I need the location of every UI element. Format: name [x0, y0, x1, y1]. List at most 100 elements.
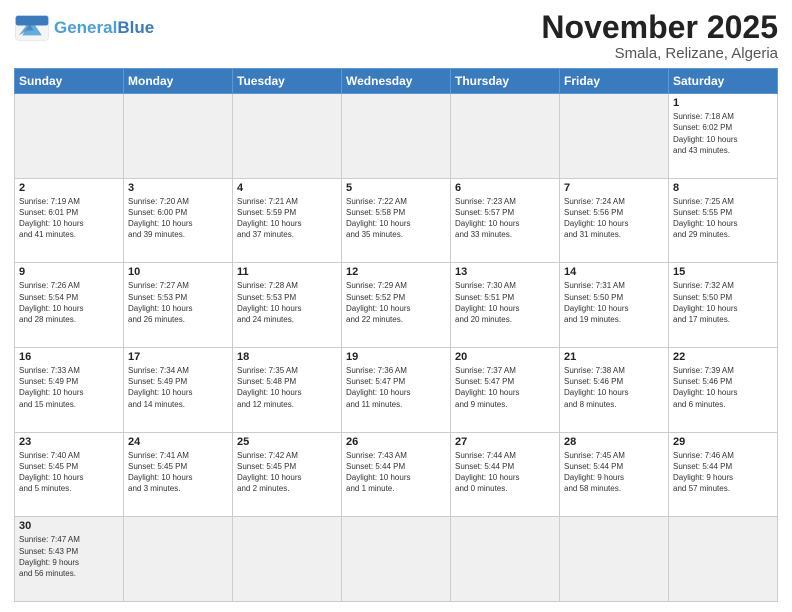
day-number: 10 [128, 266, 228, 278]
calendar-day-cell: 20 Sunrise: 7:37 AMSunset: 5:47 PMDayligh… [451, 348, 560, 433]
calendar-week-row: 30 Sunrise: 7:47 AMSunset: 5:43 PMDayligh… [15, 517, 778, 602]
day-info: Sunrise: 7:18 AMSunset: 6:02 PMDaylight:… [673, 111, 773, 156]
col-saturday: Saturday [669, 69, 778, 94]
day-info: Sunrise: 7:41 AMSunset: 5:45 PMDaylight:… [128, 450, 228, 495]
col-friday: Friday [560, 69, 669, 94]
day-info: Sunrise: 7:26 AMSunset: 5:54 PMDaylight:… [19, 280, 119, 325]
day-number: 3 [128, 182, 228, 194]
day-info: Sunrise: 7:37 AMSunset: 5:47 PMDaylight:… [455, 365, 555, 410]
day-number: 24 [128, 436, 228, 448]
day-number: 22 [673, 351, 773, 363]
calendar-day-cell [124, 94, 233, 179]
day-info: Sunrise: 7:32 AMSunset: 5:50 PMDaylight:… [673, 280, 773, 325]
calendar-day-cell: 24 Sunrise: 7:41 AMSunset: 5:45 PMDayligh… [124, 432, 233, 517]
calendar-day-cell: 10Sunrise: 7:27 AMSunset: 5:53 PMDayligh… [124, 263, 233, 348]
calendar-day-cell [233, 517, 342, 602]
calendar-week-row: 1 Sunrise: 7:18 AMSunset: 6:02 PMDaylight… [15, 94, 778, 179]
calendar-day-cell: 18Sunrise: 7:35 AMSunset: 5:48 PMDayligh… [233, 348, 342, 433]
calendar-day-cell [560, 517, 669, 602]
day-info: Sunrise: 7:44 AMSunset: 5:44 PMDaylight:… [455, 450, 555, 495]
day-number: 21 [564, 351, 664, 363]
calendar-day-cell [451, 94, 560, 179]
day-number: 5 [346, 182, 446, 194]
day-info: Sunrise: 7:47 AMSunset: 5:43 PMDaylight:… [19, 534, 119, 579]
calendar-week-row: 9 Sunrise: 7:26 AMSunset: 5:54 PMDaylight… [15, 263, 778, 348]
col-sunday: Sunday [15, 69, 124, 94]
col-monday: Monday [124, 69, 233, 94]
calendar-day-cell [669, 517, 778, 602]
calendar-day-cell [560, 94, 669, 179]
calendar-day-cell: 12Sunrise: 7:29 AMSunset: 5:52 PMDayligh… [342, 263, 451, 348]
calendar-day-cell: 2 Sunrise: 7:19 AMSunset: 6:01 PMDaylight… [15, 178, 124, 263]
calendar-day-cell [342, 94, 451, 179]
day-info: Sunrise: 7:25 AMSunset: 5:55 PMDaylight:… [673, 196, 773, 241]
calendar-day-cell: 14 Sunrise: 7:31 AMSunset: 5:50 PMDayligh… [560, 263, 669, 348]
calendar-day-cell: 28 Sunrise: 7:45 AMSunset: 5:44 PMDayligh… [560, 432, 669, 517]
day-info: Sunrise: 7:39 AMSunset: 5:46 PMDaylight:… [673, 365, 773, 410]
col-tuesday: Tuesday [233, 69, 342, 94]
day-info: Sunrise: 7:28 AMSunset: 5:53 PMDaylight:… [237, 280, 337, 325]
calendar-day-cell: 15 Sunrise: 7:32 AMSunset: 5:50 PMDayligh… [669, 263, 778, 348]
day-info: Sunrise: 7:31 AMSunset: 5:50 PMDaylight:… [564, 280, 664, 325]
day-number: 6 [455, 182, 555, 194]
day-info: Sunrise: 7:24 AMSunset: 5:56 PMDaylight:… [564, 196, 664, 241]
day-number: 9 [19, 266, 119, 278]
day-info: Sunrise: 7:45 AMSunset: 5:44 PMDaylight:… [564, 450, 664, 495]
day-number: 28 [564, 436, 664, 448]
calendar-day-cell: 7 Sunrise: 7:24 AMSunset: 5:56 PMDaylight… [560, 178, 669, 263]
day-number: 29 [673, 436, 773, 448]
logo-blue: Blue [117, 18, 154, 37]
calendar-day-cell: 3Sunrise: 7:20 AMSunset: 6:00 PMDaylight… [124, 178, 233, 263]
calendar-day-cell [342, 517, 451, 602]
day-info: Sunrise: 7:23 AMSunset: 5:57 PMDaylight:… [455, 196, 555, 241]
calendar-day-cell: 16 Sunrise: 7:33 AMSunset: 5:49 PMDayligh… [15, 348, 124, 433]
day-info: Sunrise: 7:19 AMSunset: 6:01 PMDaylight:… [19, 196, 119, 241]
subtitle: Smala, Relizane, Algeria [541, 45, 778, 62]
day-number: 26 [346, 436, 446, 448]
day-number: 16 [19, 351, 119, 363]
calendar-day-cell: 19 Sunrise: 7:36 AMSunset: 5:47 PMDayligh… [342, 348, 451, 433]
day-info: Sunrise: 7:33 AMSunset: 5:49 PMDaylight:… [19, 365, 119, 410]
day-info: Sunrise: 7:36 AMSunset: 5:47 PMDaylight:… [346, 365, 446, 410]
calendar-day-cell: 11 Sunrise: 7:28 AMSunset: 5:53 PMDayligh… [233, 263, 342, 348]
calendar-day-cell: 17Sunrise: 7:34 AMSunset: 5:49 PMDayligh… [124, 348, 233, 433]
day-number: 30 [19, 520, 119, 532]
calendar-day-cell: 21Sunrise: 7:38 AMSunset: 5:46 PMDayligh… [560, 348, 669, 433]
day-info: Sunrise: 7:46 AMSunset: 5:44 PMDaylight:… [673, 450, 773, 495]
day-number: 1 [673, 97, 773, 109]
col-thursday: Thursday [451, 69, 560, 94]
day-number: 2 [19, 182, 119, 194]
calendar: Sunday Monday Tuesday Wednesday Thursday… [14, 68, 778, 602]
calendar-week-row: 23 Sunrise: 7:40 AMSunset: 5:45 PMDayligh… [15, 432, 778, 517]
day-info: Sunrise: 7:29 AMSunset: 5:52 PMDaylight:… [346, 280, 446, 325]
month-title: November 2025 [541, 10, 778, 45]
day-number: 7 [564, 182, 664, 194]
calendar-day-cell: 23 Sunrise: 7:40 AMSunset: 5:45 PMDayligh… [15, 432, 124, 517]
day-number: 4 [237, 182, 337, 194]
col-wednesday: Wednesday [342, 69, 451, 94]
calendar-day-cell: 25Sunrise: 7:42 AMSunset: 5:45 PMDayligh… [233, 432, 342, 517]
title-block: November 2025 Smala, Relizane, Algeria [541, 10, 778, 62]
day-number: 23 [19, 436, 119, 448]
day-number: 25 [237, 436, 337, 448]
day-info: Sunrise: 7:21 AMSunset: 5:59 PMDaylight:… [237, 196, 337, 241]
calendar-week-row: 16 Sunrise: 7:33 AMSunset: 5:49 PMDayligh… [15, 348, 778, 433]
day-number: 13 [455, 266, 555, 278]
day-number: 14 [564, 266, 664, 278]
calendar-day-cell: 27 Sunrise: 7:44 AMSunset: 5:44 PMDayligh… [451, 432, 560, 517]
calendar-day-cell: 4 Sunrise: 7:21 AMSunset: 5:59 PMDaylight… [233, 178, 342, 263]
day-number: 15 [673, 266, 773, 278]
calendar-day-cell: 8Sunrise: 7:25 AMSunset: 5:55 PMDaylight… [669, 178, 778, 263]
calendar-day-cell [15, 94, 124, 179]
day-number: 11 [237, 266, 337, 278]
day-number: 27 [455, 436, 555, 448]
calendar-day-cell: 13Sunrise: 7:30 AMSunset: 5:51 PMDayligh… [451, 263, 560, 348]
calendar-day-cell [233, 94, 342, 179]
day-number: 20 [455, 351, 555, 363]
calendar-header-row: Sunday Monday Tuesday Wednesday Thursday… [15, 69, 778, 94]
day-number: 17 [128, 351, 228, 363]
calendar-day-cell: 22 Sunrise: 7:39 AMSunset: 5:46 PMDayligh… [669, 348, 778, 433]
day-info: Sunrise: 7:40 AMSunset: 5:45 PMDaylight:… [19, 450, 119, 495]
day-number: 19 [346, 351, 446, 363]
calendar-day-cell: 5Sunrise: 7:22 AMSunset: 5:58 PMDaylight… [342, 178, 451, 263]
